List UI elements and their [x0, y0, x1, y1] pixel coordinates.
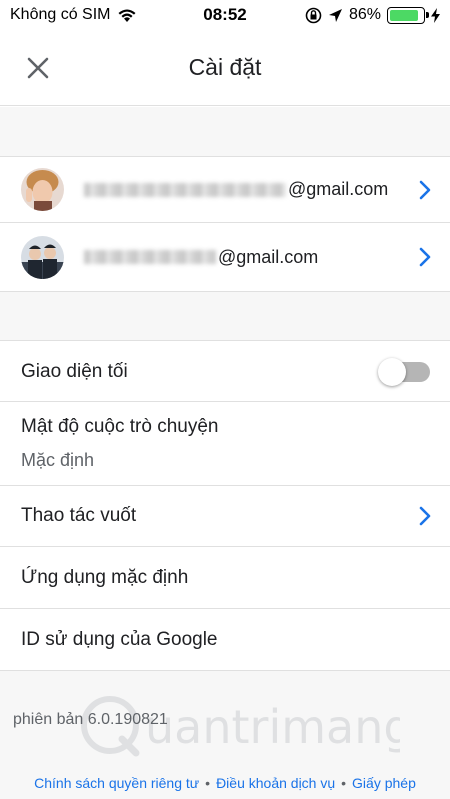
battery-percent: 86%: [348, 6, 381, 23]
section-divider: [0, 107, 450, 157]
google-usage-id-row[interactable]: ID sử dụng của Google: [0, 609, 450, 671]
section-divider: [0, 291, 450, 341]
carrier-label: Không có SIM: [10, 6, 111, 23]
close-button[interactable]: [22, 52, 54, 84]
separator-dot: •: [341, 775, 347, 791]
avatar: [21, 168, 64, 211]
status-bar: Không có SIM 08:52 86%: [0, 0, 450, 30]
account-email: @gmail.com: [84, 179, 418, 200]
avatar-photo-2: [21, 235, 64, 279]
swipe-actions-label: Thao tác vuốt: [21, 505, 137, 526]
dark-theme-label: Giao diện tối: [21, 360, 128, 382]
redacted-username: [84, 182, 286, 197]
app-version: phiên bản 6.0.190821: [13, 711, 168, 728]
charging-bolt-icon: [431, 7, 440, 23]
default-apps-row[interactable]: Ứng dụng mặc định: [0, 547, 450, 609]
toggle-knob: [378, 357, 406, 386]
redacted-username: [84, 250, 216, 264]
account-row-1[interactable]: @gmail.com: [0, 157, 450, 223]
status-right: 86%: [305, 6, 440, 24]
separator-dot: •: [205, 775, 211, 791]
footer-links: Chính sách quyền riêng tư • Điều khoản dịc…: [0, 775, 450, 791]
account-email: @gmail.com: [84, 247, 418, 268]
page-title: Cài đặt: [188, 54, 262, 80]
email-domain: @gmail.com: [218, 246, 319, 267]
app-header: Cài đặt: [0, 30, 450, 106]
avatar: [21, 235, 64, 279]
avatar-photo-1: [21, 168, 64, 211]
footer: uantrimang phiên bản 6.0.190821 Chính sá…: [0, 671, 450, 799]
terms-of-service-link[interactable]: Điều khoản dịch vụ: [216, 775, 335, 791]
dark-theme-toggle[interactable]: [378, 357, 430, 386]
watermark-text: uantrimang: [145, 700, 400, 754]
account-row-2[interactable]: @gmail.com: [0, 224, 450, 290]
conversation-density-value: Mặc định: [21, 450, 95, 470]
wifi-icon: [118, 9, 135, 22]
chevron-right-icon: [419, 506, 431, 526]
orientation-lock-icon: [305, 7, 322, 23]
battery-fill: [390, 9, 418, 21]
email-domain: @gmail.com: [288, 179, 389, 199]
licenses-link[interactable]: Giấy phép: [352, 775, 416, 791]
google-usage-id-label: ID sử dụng của Google: [21, 628, 218, 650]
conversation-density-row[interactable]: Mật độ cuộc trò chuyện Mặc định: [0, 402, 450, 486]
close-icon: [27, 57, 49, 79]
status-left: Không có SIM: [10, 6, 305, 24]
dark-theme-row[interactable]: Giao diện tối: [0, 342, 450, 402]
swipe-actions-row[interactable]: Thao tác vuốt: [0, 486, 450, 547]
conversation-density-label: Mật độ cuộc trò chuyện: [21, 416, 219, 437]
default-apps-label: Ứng dụng mặc định: [21, 566, 189, 588]
chevron-right-icon: [419, 180, 431, 199]
chevron-right-icon: [419, 247, 431, 267]
location-arrow-icon: [328, 8, 342, 22]
privacy-policy-link[interactable]: Chính sách quyền riêng tư: [34, 775, 199, 791]
battery-icon: [387, 6, 429, 24]
